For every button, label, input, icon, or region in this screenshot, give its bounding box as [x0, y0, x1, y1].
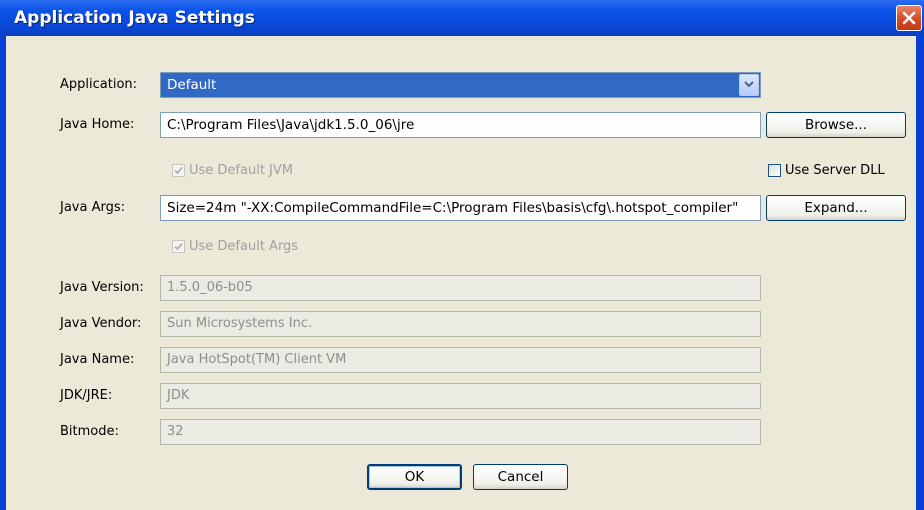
bitmode-label: Bitmode:	[60, 424, 119, 439]
java-vendor-field: Sun Microsystems Inc.	[160, 311, 761, 337]
dialog-window: Application Java Settings Application: D…	[0, 0, 924, 510]
java-vendor-label: Java Vendor:	[60, 316, 142, 331]
java-version-label: Java Version:	[60, 280, 144, 295]
window-title: Application Java Settings	[14, 8, 255, 28]
checkbox-box	[172, 239, 185, 253]
chevron-down-icon	[744, 81, 754, 88]
java-name-field: Java HotSpot(TM) Client VM	[160, 347, 761, 373]
use-default-jvm-checkbox[interactable]: Use Default JVM	[172, 160, 293, 180]
use-default-args-checkbox[interactable]: Use Default Args	[172, 236, 298, 256]
jdk-jre-label: JDK/JRE:	[60, 388, 113, 403]
jdk-jre-field: JDK	[160, 383, 761, 409]
browse-button[interactable]: Browse...	[766, 112, 906, 138]
java-home-field[interactable]: C:\Program Files\Java\jdk1.5.0_06\jre	[160, 112, 761, 138]
title-bar[interactable]: Application Java Settings	[0, 0, 924, 36]
application-dropdown-button[interactable]	[739, 74, 759, 96]
application-label: Application:	[60, 77, 138, 92]
use-default-jvm-label: Use Default JVM	[189, 162, 293, 178]
application-select-value: Default	[167, 77, 217, 93]
java-args-label: Java Args:	[60, 200, 126, 215]
use-server-dll-checkbox[interactable]: Use Server DLL	[768, 160, 885, 180]
application-select[interactable]: Default	[160, 72, 761, 98]
dialog-body: Application: Default Java Home: C:\Progr…	[6, 36, 916, 510]
checkmark-icon	[174, 166, 183, 174]
use-server-dll-label: Use Server DLL	[785, 162, 885, 178]
cancel-button[interactable]: Cancel	[473, 464, 568, 490]
ok-button[interactable]: OK	[367, 464, 462, 490]
java-home-label: Java Home:	[60, 117, 135, 132]
java-version-field: 1.5.0_06-b05	[160, 275, 761, 301]
close-icon	[902, 11, 916, 25]
close-button[interactable]	[896, 5, 922, 31]
use-default-args-label: Use Default Args	[189, 238, 299, 254]
java-name-label: Java Name:	[60, 352, 135, 367]
checkmark-icon	[174, 242, 183, 250]
checkbox-box	[172, 163, 185, 177]
checkbox-box	[768, 163, 781, 177]
bitmode-field: 32	[160, 419, 761, 445]
java-args-field[interactable]: Size=24m "-XX:CompileCommandFile=C:\Prog…	[160, 195, 761, 221]
expand-button[interactable]: Expand...	[766, 195, 906, 221]
